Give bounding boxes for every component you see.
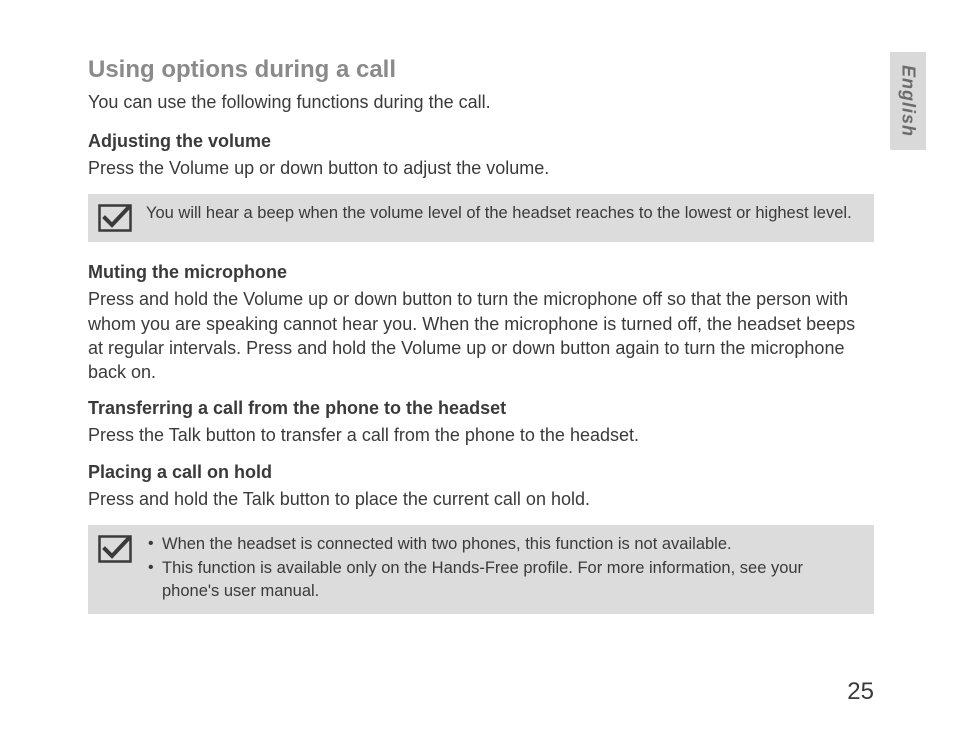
body-hold: Press and hold the Talk button to place …	[88, 487, 874, 511]
language-label: English	[898, 65, 919, 137]
body-transfer: Press the Talk button to transfer a call…	[88, 423, 874, 447]
section-volume: Adjusting the volume Press the Volume up…	[88, 131, 874, 242]
section-mute: Muting the microphone Press and hold the…	[88, 262, 874, 384]
section-transfer: Transferring a call from the phone to th…	[88, 398, 874, 447]
manual-page: English Using options during a call You …	[0, 0, 954, 742]
list-item: This function is available only on the H…	[146, 557, 862, 602]
list-item: When the headset is connected with two p…	[146, 533, 862, 555]
checkmark-icon	[98, 535, 132, 563]
page-title: Using options during a call	[88, 56, 874, 84]
note-box-hold: When the headset is connected with two p…	[88, 525, 874, 614]
section-hold: Placing a call on hold Press and hold th…	[88, 462, 874, 614]
heading-transfer: Transferring a call from the phone to th…	[88, 398, 874, 419]
note-list-hold: When the headset is connected with two p…	[146, 533, 862, 604]
body-volume: Press the Volume up or down button to ad…	[88, 156, 874, 180]
language-tab: English	[890, 52, 926, 150]
checkmark-icon	[98, 204, 132, 232]
heading-mute: Muting the microphone	[88, 262, 874, 283]
intro-text: You can use the following functions duri…	[88, 92, 874, 113]
heading-hold: Placing a call on hold	[88, 462, 874, 483]
body-mute: Press and hold the Volume up or down but…	[88, 287, 874, 384]
note-text-volume: You will hear a beep when the volume lev…	[146, 202, 862, 224]
note-box-volume: You will hear a beep when the volume lev…	[88, 194, 874, 242]
heading-volume: Adjusting the volume	[88, 131, 874, 152]
page-number: 25	[847, 678, 874, 706]
